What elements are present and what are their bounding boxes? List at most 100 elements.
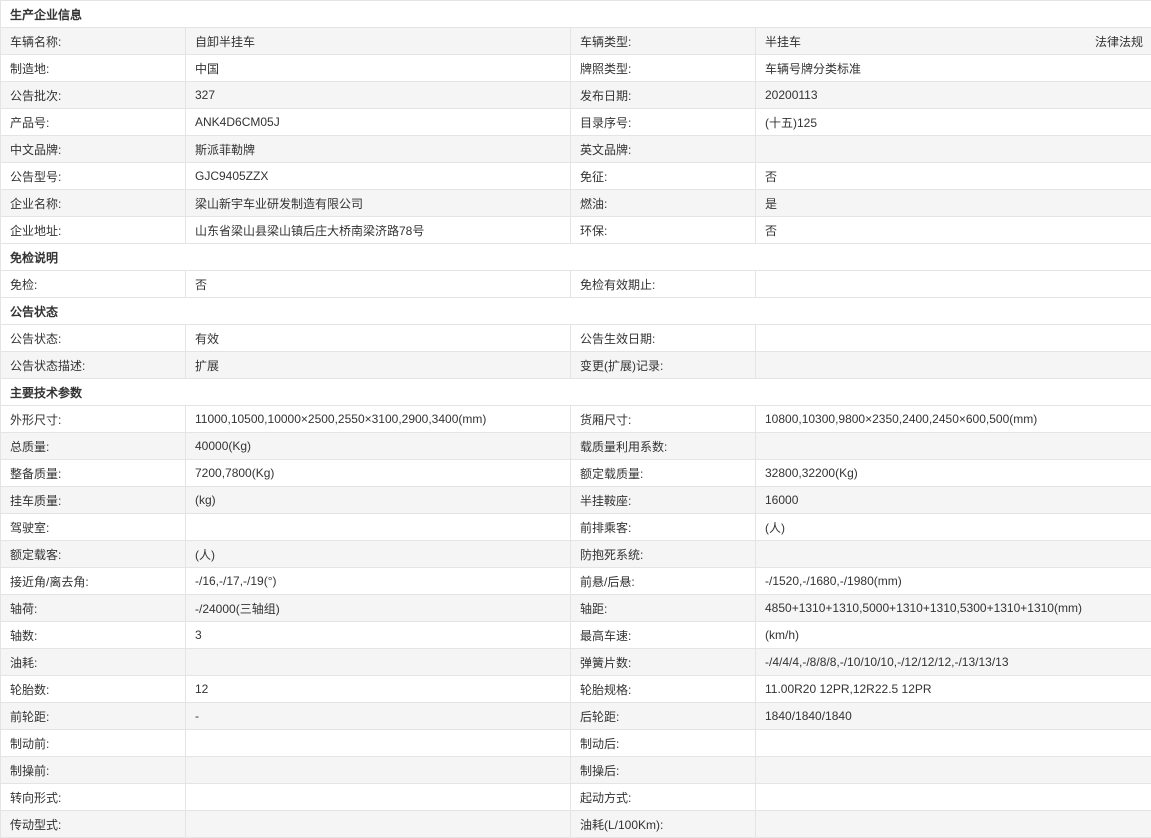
field-label-text: 最高车速: xyxy=(580,629,631,643)
field-value-text: 16000 xyxy=(765,493,798,507)
section-title: 主要技术参数 xyxy=(1,379,1151,406)
field-label: 挂车质量: xyxy=(1,487,186,514)
field-value-text: 车辆号牌分类标准 xyxy=(765,62,861,76)
field-label-text: 免检有效期止: xyxy=(580,278,655,292)
table-row: 制动前:制动后: xyxy=(1,730,1151,757)
field-label-text: 免检: xyxy=(10,278,37,292)
table-row: 企业地址:山东省梁山县梁山镇后庄大桥南梁济路78号环保:否 xyxy=(1,217,1151,244)
section-header-row: 生产企业信息 xyxy=(1,1,1151,28)
field-label: 轴荷: xyxy=(1,595,186,622)
field-label-text: 牌照类型: xyxy=(580,62,631,76)
field-label: 前悬/后悬: xyxy=(571,568,756,595)
field-value: 1840/1840/1840 xyxy=(756,703,1151,730)
field-value-text: 3 xyxy=(195,628,202,642)
table-row: 转向形式: 起动方式: xyxy=(1,784,1151,811)
field-value: 法律法规半挂车 xyxy=(756,28,1151,55)
field-label: 制操前: xyxy=(1,757,186,784)
field-label-text: 英文品牌: xyxy=(580,143,631,157)
field-label: 半挂鞍座: xyxy=(571,487,756,514)
field-value xyxy=(756,784,1151,811)
table-row: 轴荷: -/24000(三轴组) 轴距: 4850+1310+1310,5000+13… xyxy=(1,595,1151,622)
field-label-text: 半挂鞍座: xyxy=(580,494,631,508)
table-row: 车辆名称:自卸半挂车车辆类型:法律法规半挂车 xyxy=(1,28,1151,55)
field-value-text: 11.00R20 12PR,12R22.5 12PR xyxy=(765,682,932,696)
field-value: -/1520,-/1680,-/1980(mm) xyxy=(756,568,1151,595)
field-label: 货厢尺寸: xyxy=(571,406,756,433)
field-value xyxy=(756,730,1151,757)
field-label: 公告批次: xyxy=(1,82,186,109)
field-value xyxy=(756,811,1151,838)
field-value: 自卸半挂车 xyxy=(186,28,571,55)
field-label: 轴数: xyxy=(1,622,186,649)
field-label-text: 后轮距: xyxy=(580,710,619,724)
field-value-text: 327 xyxy=(195,88,215,102)
field-label: 车辆类型: xyxy=(571,28,756,55)
field-label: 免检有效期止: xyxy=(571,271,756,298)
table-row: 公告状态: 有效 公告生效日期: xyxy=(1,325,1151,352)
table-row: 额定载客:(人)防抱死系统: xyxy=(1,541,1151,568)
field-label: 公告状态描述: xyxy=(1,352,186,379)
field-label: 起动方式: xyxy=(571,784,756,811)
field-label-text: 轴距: xyxy=(580,602,607,616)
field-label-text: 接近角/离去角: xyxy=(10,575,89,589)
field-value: (人) xyxy=(186,541,571,568)
field-label-text: 货厢尺寸: xyxy=(580,413,631,427)
field-value-text: 否 xyxy=(765,170,777,184)
field-label: 转向形式: xyxy=(1,784,186,811)
section-title: 生产企业信息 xyxy=(1,1,1151,28)
field-value: 20200113 xyxy=(756,82,1151,109)
field-value: (人) xyxy=(756,514,1151,541)
field-value-text: -/16,-/17,-/19(°) xyxy=(195,574,277,588)
field-value-text: -/1520,-/1680,-/1980(mm) xyxy=(765,574,902,588)
field-label: 制动后: xyxy=(571,730,756,757)
table-row: 传动型式:油耗(L/100Km): xyxy=(1,811,1151,838)
field-label: 制造地: xyxy=(1,55,186,82)
field-label-text: 公告状态描述: xyxy=(10,359,85,373)
field-label: 额定载客: xyxy=(1,541,186,568)
section-title: 公告状态 xyxy=(1,298,1151,325)
field-label-text: 制造地: xyxy=(10,62,49,76)
field-label: 公告状态: xyxy=(1,325,186,352)
field-value-text: (kg) xyxy=(195,493,216,507)
table-row: 整备质量:7200,7800(Kg)额定载质量:32800,32200(Kg) xyxy=(1,460,1151,487)
field-label: 轮胎规格: xyxy=(571,676,756,703)
field-value-text: 32800,32200(Kg) xyxy=(765,466,858,480)
table-row: 接近角/离去角: -/16,-/17,-/19(°) 前悬/后悬: -/1520,-/… xyxy=(1,568,1151,595)
field-value xyxy=(756,271,1151,298)
field-value: ANK4D6CM05J xyxy=(186,109,571,136)
field-value-text: 40000(Kg) xyxy=(195,439,251,453)
field-value-text: 4850+1310+1310,5000+1310+1310,5300+1310+… xyxy=(765,601,1082,615)
field-label-text: 公告生效日期: xyxy=(580,332,655,346)
field-label: 英文品牌: xyxy=(571,136,756,163)
field-label: 牌照类型: xyxy=(571,55,756,82)
field-label-text: 公告状态: xyxy=(10,332,61,346)
field-value: 11000,10500,10000×2500,2550×3100,2900,34… xyxy=(186,406,571,433)
field-label-text: 企业地址: xyxy=(10,224,61,238)
field-label: 公告型号: xyxy=(1,163,186,190)
field-value-text: 中国 xyxy=(195,62,219,76)
field-value-text: -/24000(三轴组) xyxy=(195,602,280,616)
field-label-text: 制动后: xyxy=(580,737,619,751)
field-label: 免征: xyxy=(571,163,756,190)
section-title: 免检说明 xyxy=(1,244,1151,271)
field-value-text: 是 xyxy=(765,197,777,211)
field-label: 企业名称: xyxy=(1,190,186,217)
laws-regulations-link[interactable]: 法律法规 xyxy=(1095,33,1143,50)
field-label-text: 前悬/后悬: xyxy=(580,575,635,589)
field-value: -/4/4/4,-/8/8/8,-/10/10/10,-/12/12/12,-/… xyxy=(756,649,1151,676)
field-label: 目录序号: xyxy=(571,109,756,136)
field-value: 斯派菲勒牌 xyxy=(186,136,571,163)
field-label: 公告生效日期: xyxy=(571,325,756,352)
field-label: 制操后: xyxy=(571,757,756,784)
field-value: (kg) xyxy=(186,487,571,514)
field-label-text: 环保: xyxy=(580,224,607,238)
field-label: 产品号: xyxy=(1,109,186,136)
section-header-row: 主要技术参数 xyxy=(1,379,1151,406)
field-label-text: 油耗(L/100Km): xyxy=(580,818,663,832)
table-row: 轮胎数:12轮胎规格:11.00R20 12PR,12R22.5 12PR xyxy=(1,676,1151,703)
field-label-text: 前排乘客: xyxy=(580,521,631,535)
field-label: 企业地址: xyxy=(1,217,186,244)
field-value-text: 有效 xyxy=(195,332,219,346)
field-label: 载质量利用系数: xyxy=(571,433,756,460)
field-value: 中国 xyxy=(186,55,571,82)
